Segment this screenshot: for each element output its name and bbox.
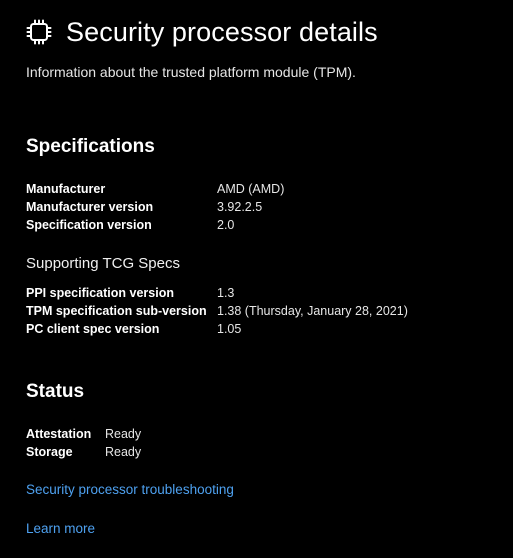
tcg-key: PPI specification version	[26, 286, 174, 300]
security-processor-details-page: Security processor details Information a…	[0, 0, 513, 558]
status-key: Storage	[26, 445, 73, 459]
status-row-storage: Storage Ready	[26, 443, 141, 461]
page-header: Security processor details	[26, 14, 378, 50]
page-title: Security processor details	[66, 17, 378, 47]
status-key: Attestation	[26, 427, 92, 441]
spec-row-manufacturer: Manufacturer AMD (AMD)	[26, 180, 284, 198]
page-subtitle: Information about the trusted platform m…	[26, 64, 356, 80]
status-value: Ready	[105, 445, 142, 459]
spec-value: AMD (AMD)	[217, 182, 285, 196]
status-value: Ready	[105, 427, 142, 441]
tcg-value: 1.05	[217, 322, 242, 336]
processor-chip-icon	[26, 19, 52, 45]
spec-key: Manufacturer version	[26, 200, 154, 214]
tcg-key: PC client spec version	[26, 322, 160, 336]
spec-key: Specification version	[26, 218, 152, 232]
spec-value: 3.92.2.5	[217, 200, 263, 214]
specifications-table: Manufacturer AMD (AMD) Manufacturer vers…	[26, 180, 284, 234]
tcg-row-ppi-version: PPI specification version 1.3	[26, 284, 408, 302]
spec-row-specification-version: Specification version 2.0	[26, 216, 284, 234]
status-row-attestation: Attestation Ready	[26, 425, 141, 443]
troubleshooting-link[interactable]: Security processor troubleshooting	[26, 482, 234, 497]
tcg-specs-table: PPI specification version 1.3 TPM specif…	[26, 284, 408, 338]
spec-value: 2.0	[217, 218, 235, 232]
learn-more-link[interactable]: Learn more	[26, 521, 95, 536]
tcg-row-pc-client-version: PC client spec version 1.05	[26, 320, 408, 338]
tcg-value: 1.38 (Thursday, January 28, 2021)	[217, 304, 408, 318]
specifications-heading: Specifications	[26, 136, 155, 157]
tcg-key: TPM specification sub-version	[26, 304, 207, 318]
tcg-specs-heading: Supporting TCG Specs	[26, 255, 180, 272]
status-table: Attestation Ready Storage Ready	[26, 425, 141, 461]
tcg-row-tpm-sub-version: TPM specification sub-version 1.38 (Thur…	[26, 302, 408, 320]
spec-key: Manufacturer	[26, 182, 106, 196]
status-heading: Status	[26, 381, 85, 402]
spec-row-manufacturer-version: Manufacturer version 3.92.2.5	[26, 198, 284, 216]
tcg-value: 1.3	[217, 286, 235, 300]
